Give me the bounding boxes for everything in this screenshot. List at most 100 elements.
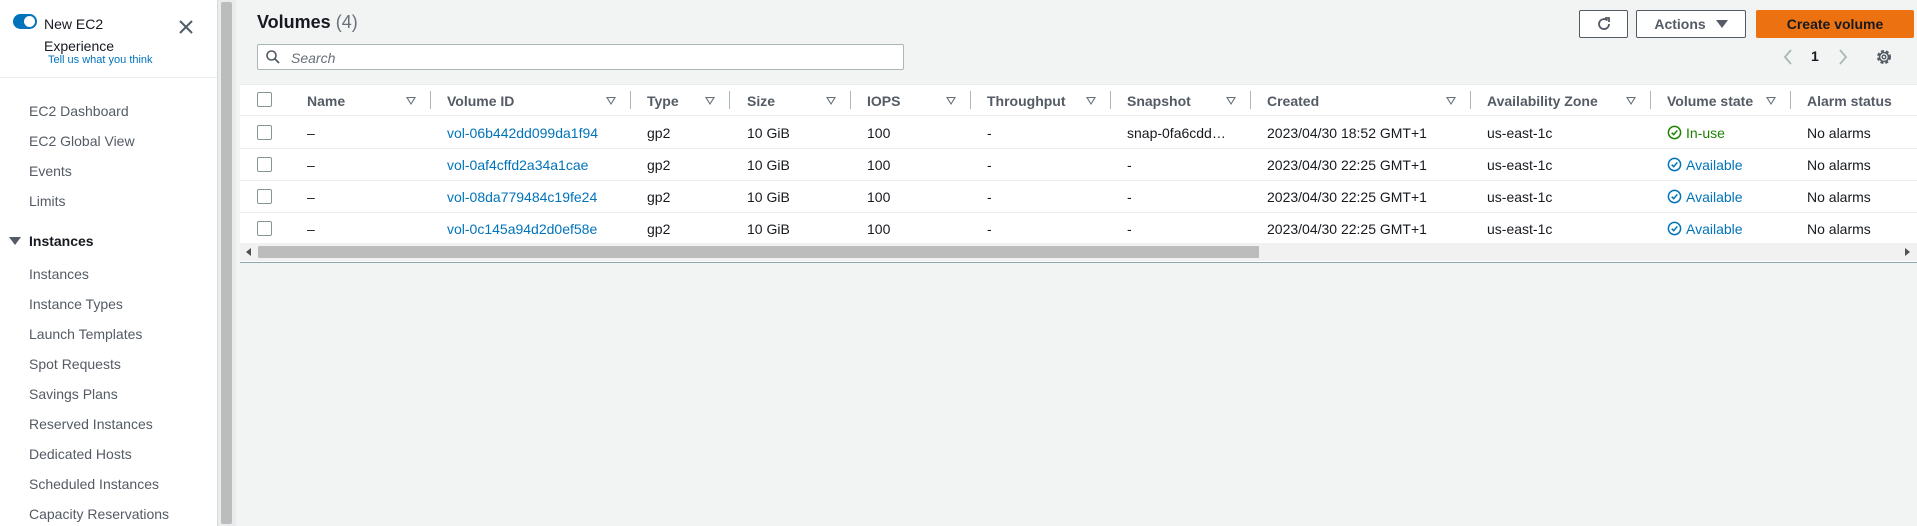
column-header-created[interactable]: Created [1267,93,1319,109]
filter-icon[interactable] [606,97,616,105]
sidebar-item-instance-types[interactable]: Instance Types [29,296,123,312]
column-divider[interactable] [850,91,851,109]
filter-icon[interactable] [705,97,715,105]
previous-page-icon[interactable] [1781,47,1795,67]
cell-name: – [307,125,315,141]
table-horizontal-scrollbar[interactable] [240,243,1917,261]
cell-type: gp2 [647,125,671,141]
search-field[interactable] [257,44,904,70]
sidebar-scrollbar-thumb[interactable] [221,2,232,524]
scroll-right-arrow-icon[interactable] [1905,248,1910,256]
column-divider[interactable] [970,91,971,109]
filter-icon[interactable] [1086,97,1096,105]
cell-snapshot: - [1127,189,1132,205]
cell-size: 10 GiB [747,157,790,173]
current-page-number[interactable]: 1 [1811,48,1819,64]
row-checkbox[interactable] [257,157,272,172]
volume-state-status: In-use [1686,125,1725,141]
sidebar-item-events[interactable]: Events [29,163,72,179]
check-circle-icon [1667,157,1682,172]
cell-alarm-status: No alarms [1807,221,1871,237]
sidebar-item-dedicated-hosts[interactable]: Dedicated Hosts [29,446,132,462]
filter-icon[interactable] [1226,97,1236,105]
row-checkbox[interactable] [257,189,272,204]
actions-button[interactable]: Actions [1636,10,1746,38]
cell-snapshot: snap-0fa6cdd… [1127,125,1226,141]
column-header-alarm-status[interactable]: Alarm status [1807,93,1892,109]
cell-iops: 100 [867,157,891,173]
column-header-type[interactable]: Type [647,93,679,109]
sidebar-item-spot-requests[interactable]: Spot Requests [29,356,121,372]
caret-down-icon [9,237,21,245]
column-divider[interactable] [729,91,730,109]
row-checkbox[interactable] [257,221,272,236]
column-header-size[interactable]: Size [747,93,775,109]
cell-iops: 100 [867,189,891,205]
column-header-availability-zone[interactable]: Availability Zone [1487,93,1598,109]
table-row[interactable]: – vol-08da779484c19fe24 gp2 10 GiB 100 -… [240,180,1917,213]
column-divider[interactable] [1110,91,1111,109]
select-all-checkbox[interactable] [257,92,272,107]
sidebar: New EC2 Experience Tell us what you thin… [0,0,217,526]
volume-id-link[interactable]: vol-0af4cffd2a34a1cae [447,157,588,173]
filter-icon[interactable] [946,97,956,105]
filter-icon[interactable] [406,97,416,105]
scroll-left-arrow-icon[interactable] [246,248,251,256]
refresh-icon [1597,17,1610,30]
sidebar-scrollbar[interactable] [217,0,236,526]
column-header-volume-state[interactable]: Volume state [1667,93,1753,109]
table-horizontal-scrollbar-thumb[interactable] [258,246,1259,258]
refresh-button[interactable] [1579,10,1628,38]
column-divider[interactable] [1650,91,1651,109]
cell-throughput: - [987,125,992,141]
check-circle-icon [1667,221,1682,236]
column-divider[interactable] [1250,91,1251,109]
gear-icon[interactable] [1874,47,1894,67]
filter-icon[interactable] [1446,97,1456,105]
filter-icon[interactable] [826,97,836,105]
sidebar-item-capacity-reservations[interactable]: Capacity Reservations [29,506,169,522]
cell-alarm-status: No alarms [1807,189,1871,205]
column-header-snapshot[interactable]: Snapshot [1127,93,1191,109]
page-title-text: Volumes [257,12,331,32]
new-experience-toggle[interactable] [13,14,37,29]
sidebar-item-scheduled-instances[interactable]: Scheduled Instances [29,476,159,492]
sidebar-item-instances[interactable]: Instances [29,266,89,282]
table-row[interactable]: – vol-0c145a94d2d0ef58e gp2 10 GiB 100 -… [240,212,1917,245]
column-header-throughput[interactable]: Throughput [987,93,1066,109]
table-row[interactable]: – vol-0af4cffd2a34a1cae gp2 10 GiB 100 -… [240,148,1917,181]
column-header-volume-id[interactable]: Volume ID [447,93,514,109]
column-divider[interactable] [630,91,631,109]
row-checkbox[interactable] [257,125,272,140]
column-header-name[interactable]: Name [307,93,345,109]
volume-id-link[interactable]: vol-0c145a94d2d0ef58e [447,221,597,237]
sidebar-item-reserved-instances[interactable]: Reserved Instances [29,416,153,432]
column-divider[interactable] [1470,91,1471,109]
cell-size: 10 GiB [747,189,790,205]
cell-snapshot: - [1127,221,1132,237]
check-circle-icon [1667,189,1682,204]
sidebar-item-savings-plans[interactable]: Savings Plans [29,386,118,402]
cell-size: 10 GiB [747,125,790,141]
table-header: Name Volume ID Type Size IOPS Throughput… [240,85,1917,116]
create-volume-button[interactable]: Create volume [1756,10,1914,38]
sidebar-item-ec2-dashboard[interactable]: EC2 Dashboard [29,103,129,119]
sidebar-item-limits[interactable]: Limits [29,193,66,209]
column-header-iops[interactable]: IOPS [867,93,900,109]
filter-icon[interactable] [1626,97,1636,105]
feedback-link[interactable]: Tell us what you think [48,54,153,66]
volume-id-link[interactable]: vol-06b442dd099da1f94 [447,125,598,141]
column-divider[interactable] [430,91,431,109]
sidebar-item-launch-templates[interactable]: Launch Templates [29,326,142,342]
column-divider[interactable] [1790,91,1791,109]
sidebar-item-ec2-global-view[interactable]: EC2 Global View [29,133,135,149]
actions-button-label: Actions [1654,16,1706,32]
next-page-icon[interactable] [1836,47,1850,67]
sidebar-section-instances[interactable]: Instances [9,233,94,249]
close-icon[interactable] [176,17,196,37]
volume-id-link[interactable]: vol-08da779484c19fe24 [447,189,597,205]
volume-state-status: Available [1686,221,1743,237]
filter-icon[interactable] [1766,97,1776,105]
table-row[interactable]: – vol-06b442dd099da1f94 gp2 10 GiB 100 -… [240,116,1917,149]
search-input[interactable] [289,48,893,68]
